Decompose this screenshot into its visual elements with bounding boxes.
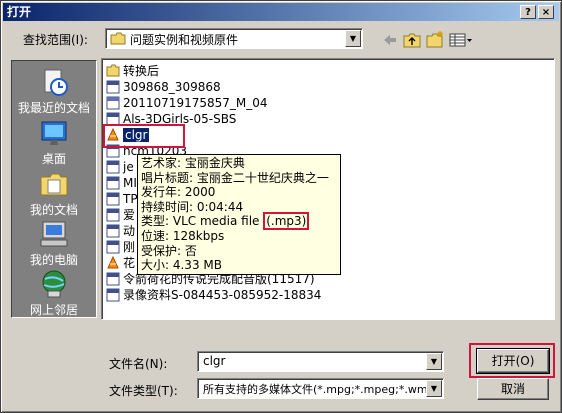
place-network[interactable]: 网上邻居 [12,269,96,318]
lookin-label: 查找范围(I): [23,33,88,47]
type-extension-highlight: (.mp3) [263,212,310,231]
media-file-icon [106,240,120,254]
cancel-button[interactable]: 取消 [477,378,549,400]
title-bar[interactable]: 打开 ? × [3,3,559,21]
file-info-tooltip: 艺术家: 宝丽金庆典 唱片标题: 宝丽金二十世纪庆典之一 发行年: 2000 持… [137,154,341,275]
help-button[interactable]: ? [520,5,536,19]
list-item[interactable]: 花 [106,255,135,271]
media-file-icon [106,176,120,190]
chevron-down-icon[interactable]: ▼ [426,353,442,370]
tooltip-artist: 艺术家: 宝丽金庆典 [141,156,245,170]
selection-highlight-box [103,124,185,148]
open-button[interactable]: 打开(O) [476,348,550,374]
new-folder-icon[interactable] [426,30,445,48]
place-desktop[interactable]: 桌面 [12,118,96,167]
list-item[interactable]: je [106,159,134,175]
views-menu-icon[interactable] [449,33,473,47]
filename-input[interactable]: clgr ▼ [197,351,444,372]
filetype-value: 所有支持的多媒体文件(*.mpg;*.mpeg;*.wm [203,383,428,396]
list-item[interactable]: 309868_309868 [106,79,221,95]
list-item[interactable]: 转换后 [106,63,159,79]
media-file-icon [106,208,120,222]
desktop-icon [41,121,67,145]
chevron-down-icon[interactable]: ▼ [426,380,442,397]
place-label: 网上邻居 [29,303,78,317]
list-item[interactable]: 20110719175857_M_04 [106,95,268,111]
media-file-icon [106,288,120,302]
media-file-icon [106,80,120,94]
my-documents-icon [40,173,68,196]
back-icon[interactable] [382,33,398,47]
vlc-file-icon [107,256,119,269]
list-item[interactable]: TP [106,191,138,207]
list-item[interactable]: 录像资料S-084453-085952-18834 [106,287,321,303]
media-file-icon [106,192,120,206]
up-folder-icon[interactable] [403,32,421,48]
lookin-select[interactable]: 问题实例和视频原件 ▼ [105,28,363,49]
filetype-label: 文件类型(T): [109,384,178,398]
filename-label: 文件名(N): [109,357,168,371]
folder-icon [106,64,120,77]
list-item[interactable]: 爱 [106,207,135,223]
network-places-icon [42,270,66,298]
chevron-down-icon[interactable]: ▼ [345,30,361,47]
list-item[interactable]: 动 [106,223,135,239]
filetype-select[interactable]: 所有支持的多媒体文件(*.mpg;*.mpeg;*.wm ▼ [197,378,444,399]
tooltip-type: 类型: VLC media file (.mp3) [141,212,336,231]
open-dialog: 打开 ? × 查找范围(I): 问题实例和视频原件 ▼ 我最近的文档 桌面 我的… [0,0,562,413]
tooltip-year: 发行年: 2000 [141,185,216,200]
place-label: 桌面 [41,152,66,166]
place-label: 我的文档 [29,203,78,217]
place-recent[interactable]: 我最近的文档 [12,67,96,116]
lookin-value: 问题实例和视频原件 [130,33,239,47]
place-my-computer[interactable]: 我的电脑 [12,219,96,268]
places-bar: 我最近的文档 桌面 我的文档 我的电脑 网上邻居 [11,60,97,318]
close-button[interactable]: × [538,5,554,19]
list-item[interactable]: 刚 [106,239,135,255]
recent-documents-icon [44,69,68,96]
tooltip-album: 唱片标题: 宝丽金二十世纪庆典之一 [141,170,329,185]
place-my-documents[interactable]: 我的文档 [12,169,96,218]
window-title: 打开 [7,5,32,19]
tooltip-size: 大小: 4.33 MB [141,258,222,273]
folder-icon [110,32,126,45]
mpeg-file-icon [106,96,120,110]
media-file-icon [106,160,120,174]
tooltip-protected: 受保护: 否 [141,243,197,258]
tooltip-bitrate: 位速: 128kbps [141,228,225,243]
media-file-icon [106,272,120,286]
place-label: 我的电脑 [29,253,78,267]
list-item[interactable]: MI [106,175,137,191]
place-label: 我最近的文档 [17,101,90,115]
filename-value: clgr [203,354,226,368]
media-file-icon [106,224,120,238]
my-computer-icon [40,221,68,247]
